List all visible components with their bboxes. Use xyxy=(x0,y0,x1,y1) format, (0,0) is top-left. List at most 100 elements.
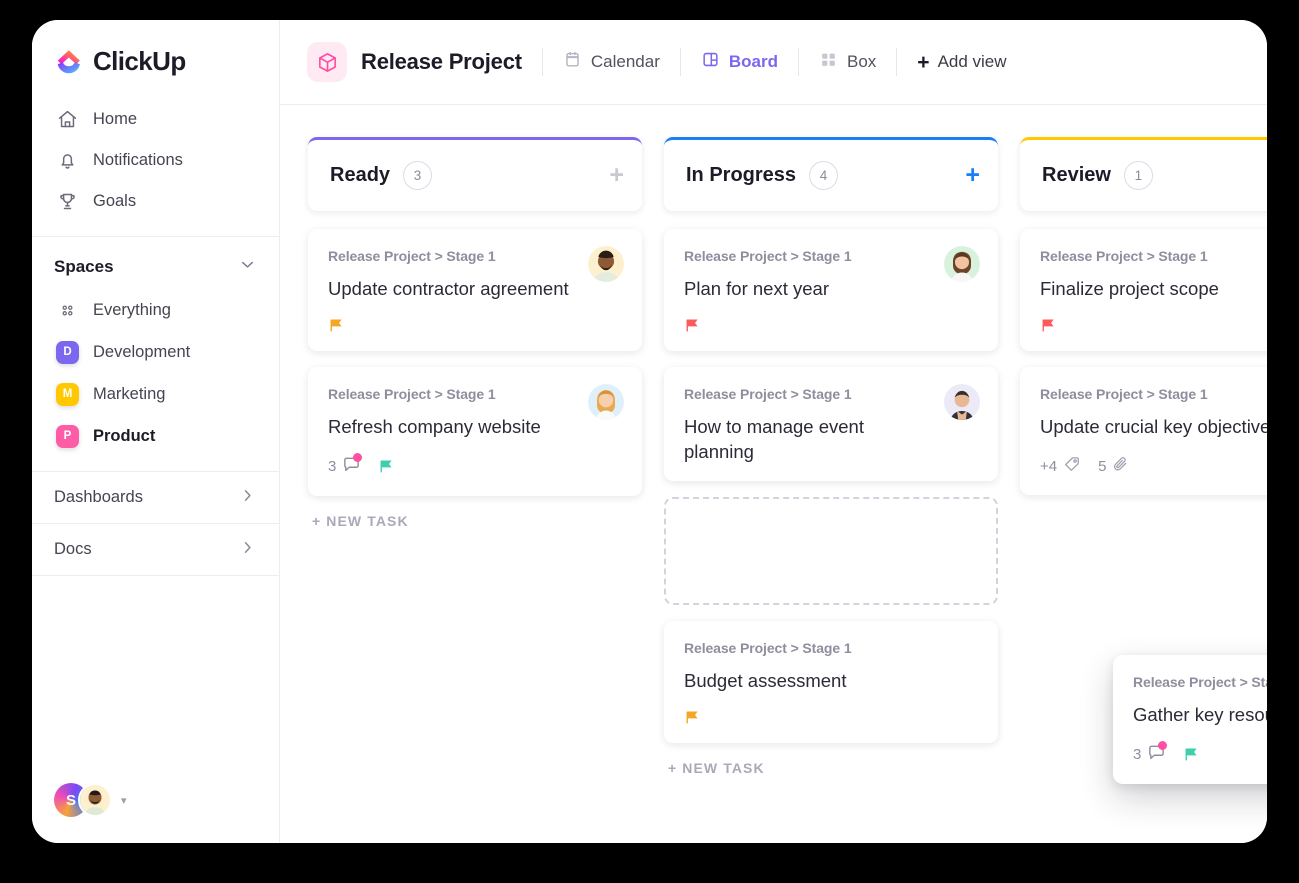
add-view-button[interactable]: + Add view xyxy=(917,52,1006,73)
chevron-right-icon xyxy=(238,486,257,510)
avatar[interactable] xyxy=(588,246,624,282)
column-header[interactable]: In Progress 4 + xyxy=(664,137,998,211)
dragged-task-card[interactable]: Release Project > Stage 1 Gather key res… xyxy=(1113,655,1267,784)
card-meta: +4 5 xyxy=(1040,455,1267,478)
avatar[interactable] xyxy=(588,383,624,420)
add-task-button[interactable]: + xyxy=(965,163,980,188)
avatar[interactable] xyxy=(78,783,112,817)
flag-icon[interactable] xyxy=(1183,746,1200,763)
sidebar-item-goals[interactable]: Goals xyxy=(46,181,265,222)
column-header[interactable]: Review 1 xyxy=(1020,137,1267,211)
card-meta xyxy=(328,317,622,334)
card-title: Plan for next year xyxy=(684,278,829,299)
tags-indicator[interactable]: +4 xyxy=(1040,455,1081,478)
board-icon xyxy=(701,50,720,74)
tab-board[interactable]: Board xyxy=(701,50,778,74)
comment-count: 3 xyxy=(1133,746,1142,764)
sidebar-item-notifications[interactable]: Notifications xyxy=(46,140,265,181)
column-header[interactable]: Ready 3 + xyxy=(308,137,642,211)
box-grid-icon xyxy=(819,50,838,74)
card-title: Update contractor agreement xyxy=(328,278,569,299)
tag-count: +4 xyxy=(1040,457,1058,475)
flag-icon[interactable] xyxy=(684,317,701,334)
card-meta xyxy=(684,709,978,726)
spaces-section-header[interactable]: Spaces xyxy=(32,237,279,283)
card-breadcrumb: Release Project > Stage 1 xyxy=(684,248,852,264)
task-card[interactable]: Release Project > Stage 1 Update contrac… xyxy=(308,229,642,351)
topbar: Release Project Calendar Board Box + Add… xyxy=(280,20,1267,105)
spaces-list: Everything D Development M Marketing P P… xyxy=(32,283,279,457)
flag-icon[interactable] xyxy=(1040,317,1057,334)
avatar[interactable] xyxy=(944,383,980,420)
card-meta: 3 xyxy=(1133,740,1267,767)
trophy-icon xyxy=(56,191,78,213)
add-view-label: Add view xyxy=(937,52,1007,71)
task-card[interactable]: Release Project > Stage 1 Budget assessm… xyxy=(664,621,998,744)
sidebar-item-everything[interactable]: Everything xyxy=(46,289,265,331)
space-label: Development xyxy=(93,342,191,361)
page-title: Release Project xyxy=(361,49,522,74)
drop-placeholder xyxy=(664,497,998,606)
chevron-down-icon[interactable]: ▾ xyxy=(121,794,127,807)
card-meta xyxy=(1040,317,1267,334)
tab-box[interactable]: Box xyxy=(819,50,876,74)
space-badge: P xyxy=(56,424,79,448)
sidebar-item-marketing[interactable]: M Marketing xyxy=(46,373,265,415)
sidebar-item-dashboards[interactable]: Dashboards xyxy=(32,471,279,523)
sidebar-item-product[interactable]: P Product xyxy=(46,415,265,457)
sidebar-item-label: Notifications xyxy=(93,151,183,169)
task-card[interactable]: Release Project > Stage 1 How to manage … xyxy=(664,366,998,482)
tag-icon xyxy=(1063,455,1081,478)
sidebar-footer: S ▾ xyxy=(32,783,279,843)
new-task-button[interactable]: + NEW TASK xyxy=(664,760,998,776)
new-task-button[interactable]: + NEW TASK xyxy=(308,513,642,529)
task-card[interactable]: Release Project > Stage 1 Finalize proje… xyxy=(1020,229,1267,351)
column-title: Ready xyxy=(330,164,391,186)
task-card[interactable]: Release Project > Stage 1 Update crucial… xyxy=(1020,366,1267,495)
board-canvas: Ready 3 + Release Project > Stage 1 Upda… xyxy=(280,105,1267,843)
add-task-button[interactable]: + xyxy=(609,163,624,188)
flag-icon[interactable] xyxy=(328,317,345,334)
card-title: How to manage event planning xyxy=(684,415,864,462)
cube-icon xyxy=(307,42,347,82)
avatar[interactable] xyxy=(944,246,980,282)
column-count: 3 xyxy=(403,161,433,190)
comments-indicator[interactable]: 3 xyxy=(1133,740,1168,767)
attachments-indicator[interactable]: 5 xyxy=(1098,455,1130,478)
flag-icon[interactable] xyxy=(684,709,701,726)
space-badge: D xyxy=(56,340,79,364)
brand-logo[interactable]: ClickUp xyxy=(32,20,279,77)
space-label: Everything xyxy=(93,300,171,319)
task-card[interactable]: Release Project > Stage 1 Refresh compan… xyxy=(308,366,642,496)
sidebar-item-label: Docs xyxy=(54,540,92,558)
column-cards: Release Project > Stage 1 Update contrac… xyxy=(308,229,642,496)
card-title: Refresh company website xyxy=(328,415,541,437)
card-title: Gather key resources xyxy=(1133,704,1267,725)
chevron-down-icon[interactable] xyxy=(238,255,257,279)
spaces-title: Spaces xyxy=(54,257,114,276)
comment-icon xyxy=(1147,740,1168,767)
avatar-group[interactable]: S ▾ xyxy=(54,783,127,817)
board-column-in-progress: In Progress 4 + Release Project > Stage … xyxy=(664,137,998,843)
primary-nav: Home Notifications Goals xyxy=(32,99,279,222)
chevron-right-icon xyxy=(238,538,257,562)
tab-calendar[interactable]: Calendar xyxy=(563,50,660,74)
task-card[interactable]: Release Project > Stage 1 Plan for next … xyxy=(664,229,998,351)
column-title: In Progress xyxy=(686,164,797,186)
tab-label: Board xyxy=(728,52,778,71)
column-count: 4 xyxy=(809,161,839,190)
sidebar-item-label: Dashboards xyxy=(54,488,143,506)
card-breadcrumb: Release Project > Stage 1 xyxy=(328,248,496,264)
app-window: ClickUp Home Notifications Goals Spaces … xyxy=(32,20,1267,843)
sidebar-item-home[interactable]: Home xyxy=(46,99,265,140)
divider xyxy=(896,48,898,76)
paperclip-icon xyxy=(1112,455,1130,478)
sidebar-item-docs[interactable]: Docs xyxy=(32,523,279,575)
comments-indicator[interactable]: 3 xyxy=(328,452,363,479)
column-cards: Release Project > Stage 1 Finalize proje… xyxy=(1020,229,1267,495)
flag-icon[interactable] xyxy=(378,458,395,475)
comment-count: 3 xyxy=(328,458,337,476)
sidebar-item-development[interactable]: D Development xyxy=(46,331,265,373)
card-breadcrumb: Release Project > Stage 1 xyxy=(684,385,852,402)
column-cards: Release Project > Stage 1 Plan for next … xyxy=(664,229,998,482)
